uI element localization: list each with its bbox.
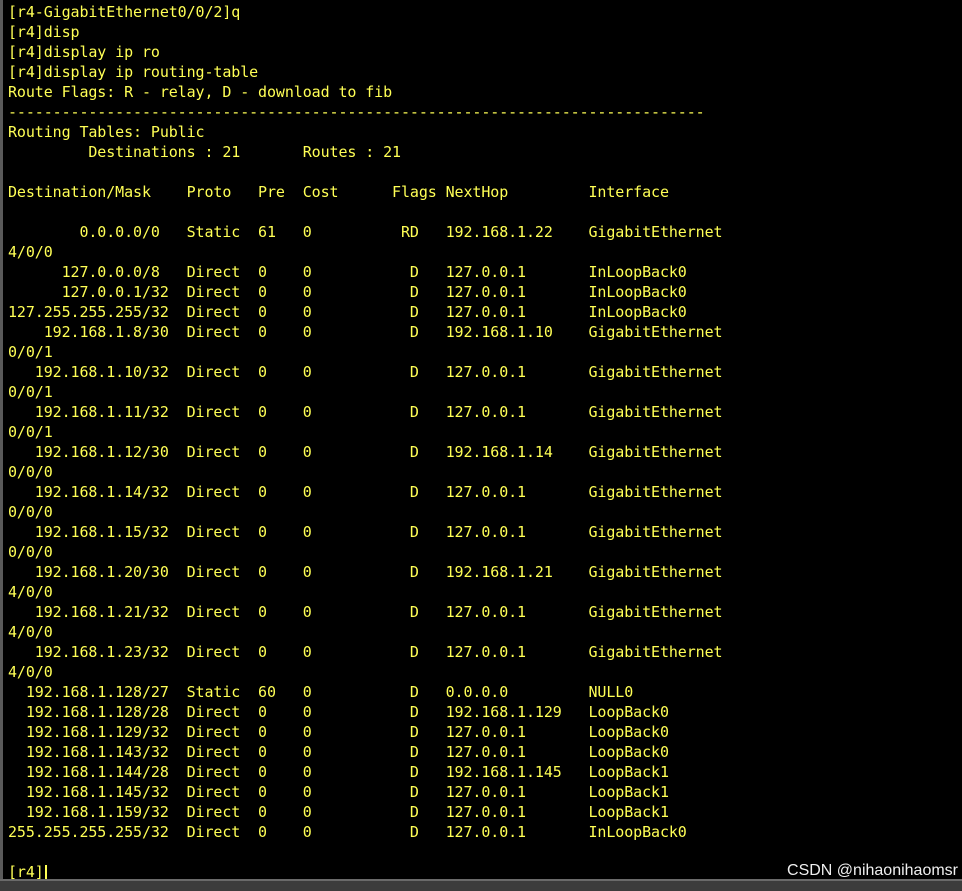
table-row-wrap: 0/0/1: [8, 423, 53, 441]
table-row-wrap: 4/0/0: [8, 663, 53, 681]
window-bottom-edge: [0, 879, 962, 891]
separator-line: ----------------------------------------…: [8, 103, 705, 121]
table-row: 192.168.1.12/30 Direct 0 0 D 192.168.1.1…: [8, 443, 723, 461]
table-row-wrap: 0/0/1: [8, 383, 53, 401]
table-row: 0.0.0.0/0 Static 61 0 RD 192.168.1.22 Gi…: [8, 223, 723, 241]
table-row: 192.168.1.15/32 Direct 0 0 D 127.0.0.1 G…: [8, 523, 723, 541]
table-row: 192.168.1.128/28 Direct 0 0 D 192.168.1.…: [8, 703, 669, 721]
route-flags-legend: Route Flags: R - relay, D - download to …: [8, 83, 393, 101]
table-row-wrap: 0/0/0: [8, 463, 53, 481]
table-row-wrap: 4/0/0: [8, 243, 53, 261]
terminal-output[interactable]: [r4-GigabitEthernet0/0/2]q [r4]disp [r4]…: [8, 2, 958, 882]
table-row: 192.168.1.14/32 Direct 0 0 D 127.0.0.1 G…: [8, 483, 723, 501]
table-row: 192.168.1.145/32 Direct 0 0 D 127.0.0.1 …: [8, 783, 669, 801]
table-row: 192.168.1.8/30 Direct 0 0 D 192.168.1.10…: [8, 323, 723, 341]
table-row-wrap: 0/0/1: [8, 343, 53, 361]
table-row-wrap: 0/0/0: [8, 543, 53, 561]
terminal-line: [r4]display ip ro: [8, 43, 160, 61]
table-row: 127.255.255.255/32 Direct 0 0 D 127.0.0.…: [8, 303, 687, 321]
table-row: 255.255.255.255/32 Direct 0 0 D 127.0.0.…: [8, 823, 687, 841]
table-row: 192.168.1.159/32 Direct 0 0 D 127.0.0.1 …: [8, 803, 669, 821]
destinations-routes-count: Destinations : 21 Routes : 21: [8, 143, 401, 161]
table-row: 192.168.1.129/32 Direct 0 0 D 127.0.0.1 …: [8, 723, 669, 741]
table-row: 192.168.1.21/32 Direct 0 0 D 127.0.0.1 G…: [8, 603, 723, 621]
table-row: 192.168.1.11/32 Direct 0 0 D 127.0.0.1 G…: [8, 403, 723, 421]
routing-tables-title: Routing Tables: Public: [8, 123, 205, 141]
table-row: 192.168.1.143/32 Direct 0 0 D 127.0.0.1 …: [8, 743, 669, 761]
table-row: 192.168.1.144/28 Direct 0 0 D 192.168.1.…: [8, 763, 669, 781]
table-row: 127.0.0.1/32 Direct 0 0 D 127.0.0.1 InLo…: [8, 283, 687, 301]
table-row-wrap: 4/0/0: [8, 623, 53, 641]
table-row: 192.168.1.10/32 Direct 0 0 D 127.0.0.1 G…: [8, 363, 723, 381]
terminal-line: [r4]disp: [8, 23, 80, 41]
table-row: 192.168.1.128/27 Static 60 0 D 0.0.0.0 N…: [8, 683, 634, 701]
terminal-line: [r4]display ip routing-table: [8, 63, 259, 81]
table-row-wrap: 0/0/0: [8, 503, 53, 521]
table-row: 127.0.0.0/8 Direct 0 0 D 127.0.0.1 InLoo…: [8, 263, 687, 281]
terminal-line: [r4-GigabitEthernet0/0/2]q: [8, 3, 241, 21]
table-header: Destination/Mask Proto Pre Cost Flags Ne…: [8, 183, 669, 201]
table-row: 192.168.1.20/30 Direct 0 0 D 192.168.1.2…: [8, 563, 723, 581]
table-row-wrap: 4/0/0: [8, 583, 53, 601]
table-row: 192.168.1.23/32 Direct 0 0 D 127.0.0.1 G…: [8, 643, 723, 661]
